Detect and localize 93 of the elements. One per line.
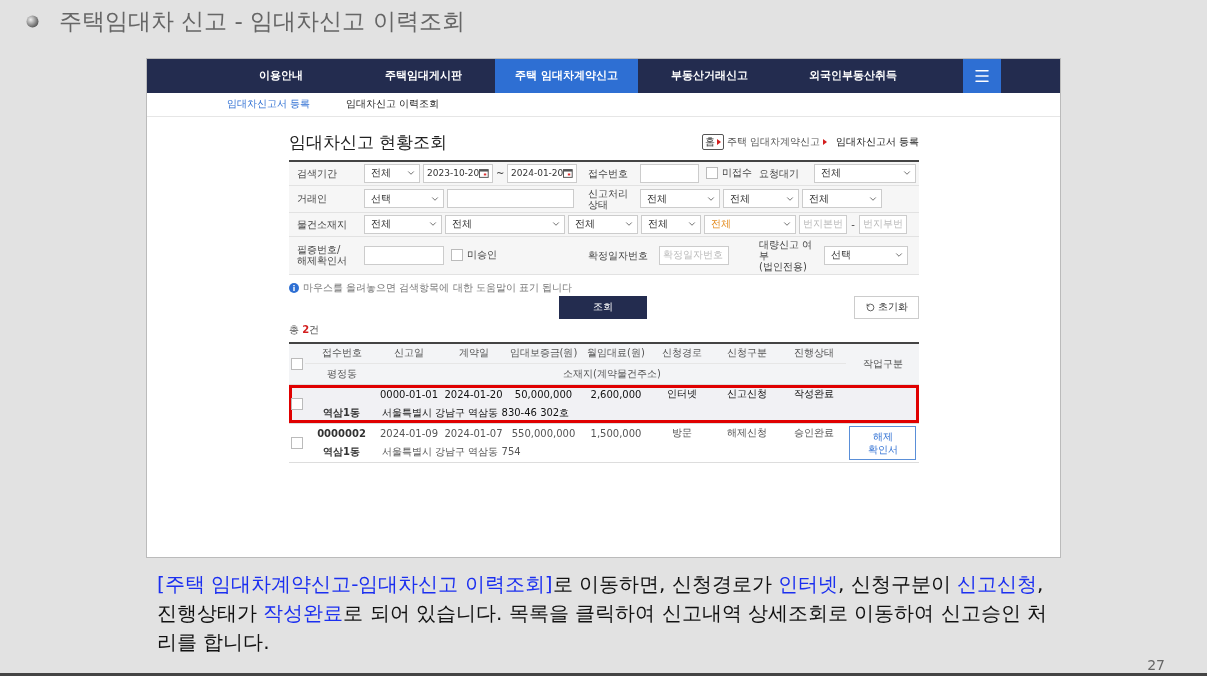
select-field[interactable]: 전체 xyxy=(364,163,420,183)
input-field[interactable] xyxy=(447,189,574,209)
column-header: 작업구분 xyxy=(861,356,904,371)
info-icon xyxy=(289,282,299,293)
bullet-icon xyxy=(26,15,39,29)
column-header: 신청경로 xyxy=(652,343,712,364)
field-label: 대량신고 여부 (법인전용) xyxy=(758,238,814,272)
table-row[interactable]: 0000002 2024-01-09 2024-01-07 550,000,000 1,500,000 방문 해제신청 승인완료 역삼1동 서울특별시 강남구 역삼동 754 해제 확인서 xyxy=(289,423,919,463)
release-certificate-button[interactable]: 해제 확인서 xyxy=(849,425,916,460)
table-cell-text: 서울특별시 강남구 역삼동 754 xyxy=(381,445,522,460)
nav-tab[interactable]: 외국인부동산취득 xyxy=(781,58,924,93)
table-cell-text: 0000002 xyxy=(316,426,367,441)
help-text: 마우스를 올려놓으면 검색항목에 대한 도움말이 표기 됩니다 xyxy=(303,280,573,295)
calendar-icon[interactable] xyxy=(563,168,573,179)
date-field[interactable]: 2023-10-20 xyxy=(423,163,493,183)
table-cell-text: 신고신청 xyxy=(726,387,768,402)
table-cell-text: 2024-01-20 xyxy=(443,387,504,402)
header-checkbox[interactable] xyxy=(291,357,303,370)
table-cell-text: 작성완료 xyxy=(793,387,835,402)
slide-title: 주택임대차 신고 - 임대차신고 이력조회 xyxy=(59,7,465,37)
table-cell-text: 역삼1동 xyxy=(322,445,361,460)
breadcrumb-link[interactable]: 임대차신고서 등록 xyxy=(835,135,919,150)
field-label: 접수번호 xyxy=(587,167,629,179)
field-label: 요청대기 xyxy=(758,167,800,179)
search-button[interactable]: 조회 xyxy=(559,295,647,319)
triangle-icon xyxy=(716,139,721,146)
column-header: 신고일 xyxy=(378,343,440,364)
column-header: 임대보증금(원) xyxy=(507,343,580,364)
field-label: 검색기간 xyxy=(296,167,338,179)
table-cell-text: 방문 xyxy=(671,426,693,441)
table-cell-text: 인터넷 xyxy=(666,387,698,402)
breadcrumb-link[interactable]: 주택 임대차계약신고 xyxy=(726,135,820,150)
field-label: 거래인 xyxy=(296,193,328,205)
table-cell-text: 2024-01-09 xyxy=(378,426,440,441)
column-header: 평정동 xyxy=(325,366,358,381)
table-cell-text: 승인완료 xyxy=(793,426,835,441)
select-field[interactable]: 전체 xyxy=(445,214,565,234)
date-field[interactable]: 2024-01-20 xyxy=(507,163,577,183)
separator-text: ~ xyxy=(496,167,504,179)
nav-tab[interactable]: 주택 임대차계약신고 xyxy=(495,58,638,93)
reset-button[interactable]: 초기화 xyxy=(854,295,919,319)
checkbox[interactable] xyxy=(706,167,718,180)
nav-tab[interactable]: 부동산거래신고 xyxy=(638,58,781,93)
select-field[interactable]: 선택 xyxy=(824,245,908,265)
select-field[interactable]: 전체 xyxy=(640,189,720,209)
caption-text: [주택 임대차계약신고-임대차신고 이력조회]로 이동하면, 신청경로가 인터넷, 신청구분이 신고신청, 진행상태가 작성완료로 되어 있습니다. 목록을 클릭하여 신고내역 상세조회로 이동하여 신고승인 처리를 합니다. xyxy=(157,571,1048,656)
column-header: 소재지(계약물건주소) xyxy=(562,366,662,381)
table-cell-text: 해제신청 xyxy=(726,426,768,441)
field-label: 물건소재지 xyxy=(296,218,348,230)
column-header: 진행상태 xyxy=(782,343,846,364)
checkbox[interactable] xyxy=(451,249,463,262)
select-field[interactable]: 선택 xyxy=(364,189,444,209)
field-label: 확정일자번호 xyxy=(587,249,649,261)
select-field[interactable]: 전체 xyxy=(814,163,916,183)
table-cell-text: 550,000,000 xyxy=(510,426,577,441)
table-cell-text: 0000-01-01 xyxy=(378,387,440,402)
select-field[interactable]: 전체 xyxy=(641,214,701,234)
checkbox-label: 미승인 xyxy=(467,248,497,263)
subnav-link[interactable]: 임대차신고서 등록 xyxy=(227,97,311,112)
checkbox-label: 미접수 xyxy=(722,166,752,181)
select-field[interactable]: 전체 xyxy=(364,214,442,234)
select-field[interactable]: 전체 xyxy=(568,214,638,234)
table-cell-text: 50,000,000 xyxy=(513,387,574,402)
row-checkbox[interactable] xyxy=(291,436,303,449)
nav-tab[interactable]: 주택임대게시판 xyxy=(352,58,495,93)
total-count: 총 2건 xyxy=(289,322,321,337)
table-cell-text: 서울특별시 강남구 역삼동 830-46 302호 xyxy=(381,406,571,421)
home-link[interactable]: 홈 xyxy=(701,134,724,151)
page-number: 27 xyxy=(1147,657,1165,673)
table-row[interactable]: 0000-01-01 2024-01-20 50,000,000 2,600,000 인터넷 신고신청 작성완료 역삼1동 서울특별시 강남구 역삼동 830-46 302호 xyxy=(289,384,919,424)
table-cell-text: 2,600,000 xyxy=(589,387,643,402)
column-header: 접수번호 xyxy=(305,343,378,364)
table-cell-text: 역삼1동 xyxy=(322,406,361,421)
input-field[interactable] xyxy=(364,245,444,265)
separator-text: - xyxy=(850,218,856,230)
select-field[interactable]: 전체 xyxy=(802,189,882,209)
column-header: 계약일 xyxy=(440,343,507,364)
subnav-link[interactable]: 임대차신고 이력조회 xyxy=(346,97,440,112)
input-field[interactable] xyxy=(640,163,699,183)
nav-tab[interactable]: 이용안내 xyxy=(209,58,352,93)
field-label: 신고처리 상태 xyxy=(587,187,629,210)
field-label: 필증번호/ 해제확인서 xyxy=(296,244,348,267)
menu-button[interactable] xyxy=(963,58,1001,93)
column-header: 월임대료(원) xyxy=(580,343,652,364)
column-header: 신청구분 xyxy=(712,343,782,364)
row-checkbox[interactable] xyxy=(291,397,303,410)
calendar-icon[interactable] xyxy=(479,168,489,179)
select-field[interactable]: 전체 xyxy=(723,189,799,209)
reset-icon xyxy=(865,302,875,312)
table-cell-text: 2024-01-07 xyxy=(443,426,504,441)
page-title: 임대차신고 현황조회 xyxy=(289,130,448,154)
triangle-icon xyxy=(822,139,827,146)
table-cell-text: 1,500,000 xyxy=(589,426,643,441)
